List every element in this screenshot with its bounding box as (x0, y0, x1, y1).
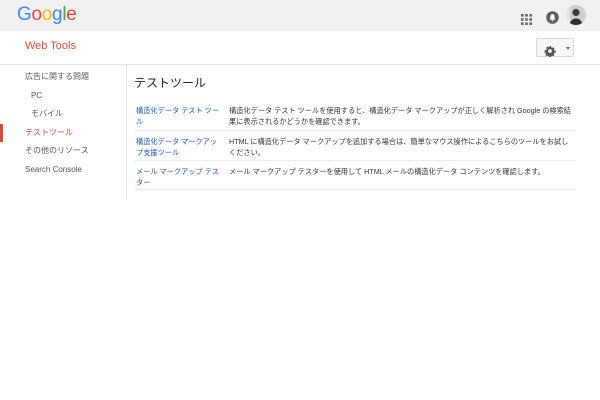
caret-down-icon (566, 47, 570, 50)
settings-button[interactable] (536, 38, 574, 58)
tool-row: 構造化データ テスト ツール 構造化データ テスト ツールを使用すると、構造化デ… (134, 100, 575, 131)
page-title: テストツール (134, 76, 207, 90)
product-header: Web Tools (0, 31, 600, 65)
logo-letter-o2: o (41, 4, 53, 25)
sidebar-item-search-console[interactable]: Search Console (0, 161, 126, 179)
tool-row: 構造化データ マークアップ支援ツール HTML に構造化データ マークアップを追… (134, 131, 575, 161)
sidebar-nav: 広告に関する問題 PC モバイル テストツール その他のリソース Search … (0, 65, 127, 200)
tool-description: メール マークアップ テスターを使用して HTML メールの構造化データ コンテ… (229, 167, 545, 176)
logo-letter-e: e (66, 4, 77, 25)
tool-link-structured-data-testing[interactable]: 構造化データ テスト ツール (136, 105, 222, 127)
sidebar-item-mobile[interactable]: モバイル (0, 105, 126, 123)
tool-link-email-markup-tester[interactable]: メール マークアップ テスター (136, 166, 222, 188)
sidebar-item-pc[interactable]: PC (0, 87, 126, 105)
gear-icon (544, 42, 556, 58)
notifications-bell-icon[interactable] (546, 9, 559, 24)
apps-grid-icon[interactable] (521, 10, 532, 25)
account-avatar[interactable] (566, 5, 586, 25)
logo-letter-g2: g (52, 4, 63, 25)
sidebar-item-other-resources[interactable]: その他のリソース (0, 142, 126, 160)
product-title[interactable]: Web Tools (25, 40, 76, 52)
logo-letter-g: G (17, 4, 32, 25)
google-logo[interactable]: Google (17, 5, 77, 25)
tool-description: 構造化データ テスト ツールを使用すると、構造化データ マークアップが正しく解析… (229, 106, 571, 126)
tool-row: メール マークアップ テスター メール マークアップ テスターを使用して HTM… (134, 161, 575, 190)
sidebar-item-testing-tools[interactable]: テストツール (0, 124, 126, 142)
google-top-bar: Google (0, 0, 600, 31)
logo-letter-o1: o (31, 4, 42, 25)
tool-link-markup-helper[interactable]: 構造化データ マークアップ支援ツール (136, 136, 222, 158)
tool-description: HTML に構造化データ マークアップを追加する場合は、簡単なマウス操作によるこ… (229, 137, 569, 157)
sidebar-item-ad-issues[interactable]: 広告に関する問題 (0, 68, 126, 86)
